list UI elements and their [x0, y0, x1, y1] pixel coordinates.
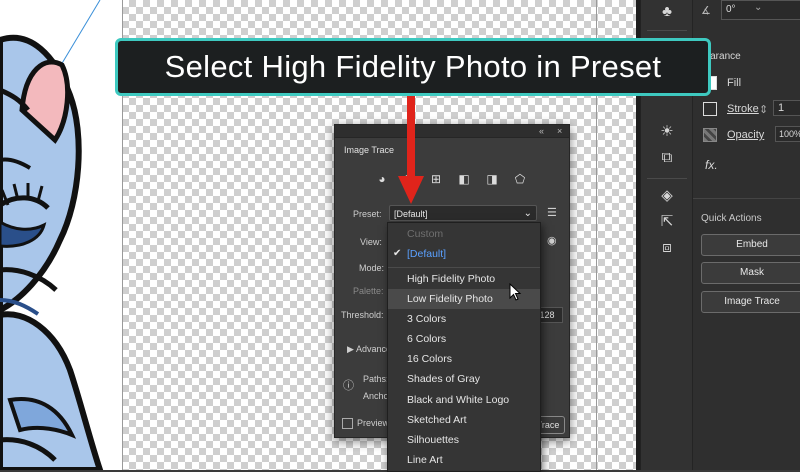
- panel-title-bar[interactable]: « ×: [335, 125, 569, 138]
- image-trace-button[interactable]: Image Trace: [701, 291, 800, 313]
- divider: [388, 267, 540, 268]
- eye-icon[interactable]: ◉: [547, 234, 557, 247]
- stroke-swatch[interactable]: [703, 102, 717, 116]
- preset-option-16-colors[interactable]: 16 Colors: [388, 349, 540, 369]
- preset-dropdown-menu: Custom ✔ [Default] High Fidelity Photo L…: [387, 222, 541, 472]
- sun-icon[interactable]: ☀: [657, 122, 677, 142]
- option-label: High Fidelity Photo: [407, 273, 496, 285]
- mouse-pointer-icon: [509, 283, 522, 301]
- mode-label: Mode:: [359, 263, 385, 273]
- panel-title: Image Trace: [344, 145, 395, 155]
- view-label: View:: [360, 237, 382, 247]
- fx-button[interactable]: fx.: [705, 158, 718, 172]
- outline-icon[interactable]: ⬠: [513, 172, 527, 186]
- option-label: Line Art: [407, 454, 443, 466]
- export-icon[interactable]: ⇱: [657, 212, 677, 232]
- opacity-label[interactable]: Opacity: [727, 129, 764, 141]
- preview-label: Preview: [357, 418, 390, 428]
- black-white-icon[interactable]: ◨: [485, 172, 499, 186]
- angle-icon: ∡: [701, 5, 711, 17]
- preset-option-sketched-art[interactable]: Sketched Art: [388, 410, 540, 430]
- option-label: Sketched Art: [407, 414, 467, 426]
- red-arrow-icon: [398, 96, 424, 204]
- preset-option-custom: Custom: [388, 224, 540, 244]
- option-label: Shades of Gray: [407, 373, 480, 385]
- option-label: 6 Colors: [407, 333, 447, 345]
- caret-right-icon: ▶: [347, 344, 356, 354]
- list-menu-icon[interactable]: ☰: [547, 206, 557, 219]
- option-label: Low Fidelity Photo: [407, 293, 493, 305]
- club-icon[interactable]: ♣: [657, 2, 677, 22]
- option-label: Black and White Logo: [407, 394, 510, 406]
- checkmark-icon: ✔: [393, 248, 402, 259]
- option-label: Custom: [407, 228, 444, 240]
- option-label: Silhouettes: [407, 434, 459, 446]
- chevron-down-icon[interactable]: ⌄: [524, 206, 532, 222]
- layers-icon[interactable]: ◈: [657, 186, 677, 206]
- auto-color-icon[interactable]: ◕: [375, 172, 389, 186]
- preset-option-default[interactable]: ✔ [Default]: [388, 244, 540, 264]
- low-color-icon[interactable]: ⊞: [429, 172, 443, 186]
- preview-checkbox[interactable]: [342, 418, 353, 429]
- angle-field[interactable]: 0° ⌄: [721, 0, 800, 20]
- preset-option-6-colors[interactable]: 6 Colors: [388, 329, 540, 349]
- option-label: 3 Colors: [407, 313, 447, 325]
- divider: [647, 178, 687, 179]
- preset-option-3-colors[interactable]: 3 Colors: [388, 309, 540, 329]
- artboards-icon[interactable]: ⧈: [657, 238, 677, 258]
- stroke-label[interactable]: Stroke: [727, 103, 759, 115]
- grayscale-icon[interactable]: ◧: [457, 172, 471, 186]
- option-label: 16 Colors: [407, 353, 452, 365]
- embed-button[interactable]: Embed: [701, 234, 800, 256]
- cat-illustration[interactable]: [0, 0, 125, 470]
- angle-value: 0°: [726, 4, 736, 15]
- chevron-down-icon[interactable]: ⌄: [754, 2, 762, 13]
- divider: [693, 198, 800, 199]
- stroke-weight-field[interactable]: 1: [773, 100, 800, 116]
- tutorial-callout: Select High Fidelity Photo in Preset: [115, 38, 711, 96]
- stepper-icon[interactable]: ⇕: [759, 103, 768, 116]
- preset-option-line-art[interactable]: Line Art: [388, 450, 540, 470]
- preset-option-silhouettes[interactable]: Silhouettes: [388, 430, 540, 450]
- fill-label: Fill: [727, 77, 742, 89]
- threshold-label: Threshold:: [341, 310, 384, 320]
- collapse-icon[interactable]: «: [539, 126, 544, 136]
- preset-option-black-and-white-logo[interactable]: Black and White Logo: [388, 390, 540, 410]
- opacity-swatch[interactable]: [703, 128, 717, 142]
- mask-button[interactable]: Mask: [701, 262, 800, 284]
- preset-option-shades-of-gray[interactable]: Shades of Gray: [388, 369, 540, 389]
- divider: [647, 30, 687, 31]
- paths-label: Paths:: [363, 374, 389, 384]
- quick-actions-heading: Quick Actions: [701, 213, 762, 224]
- info-icon: ⓘ: [343, 380, 354, 392]
- option-label: [Default]: [407, 248, 447, 260]
- close-icon[interactable]: ×: [557, 126, 562, 136]
- opacity-field[interactable]: 100%: [775, 126, 800, 142]
- palette-label: Palette:: [353, 286, 384, 296]
- preset-label: Preset:: [353, 209, 382, 219]
- fx-icon[interactable]: [657, 158, 677, 178]
- preset-value: [Default]: [394, 209, 428, 219]
